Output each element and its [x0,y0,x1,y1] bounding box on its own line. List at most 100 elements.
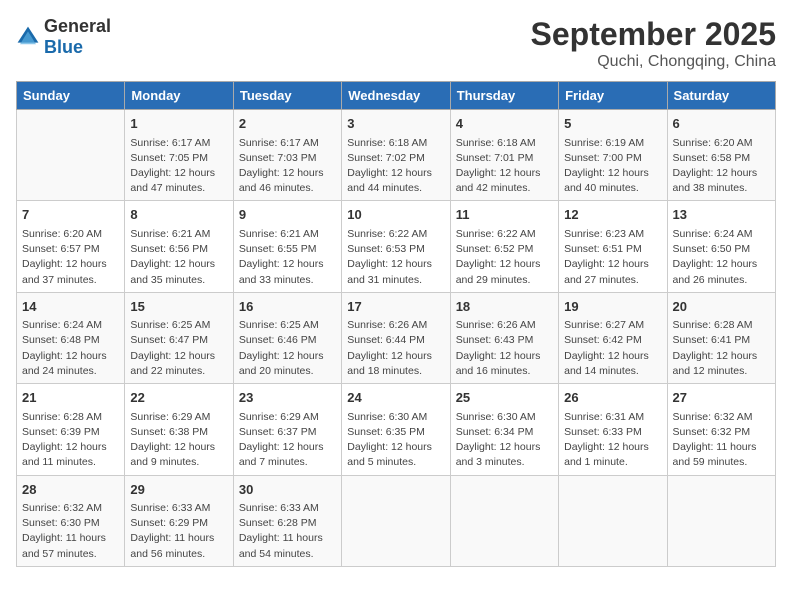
day-number: 2 [239,114,336,134]
day-info: Sunrise: 6:18 AM Sunset: 7:01 PM Dayligh… [456,136,553,197]
header-monday: Monday [125,82,233,110]
day-number: 14 [22,297,119,317]
day-info: Sunrise: 6:32 AM Sunset: 6:32 PM Dayligh… [673,410,770,471]
day-info: Sunrise: 6:21 AM Sunset: 6:56 PM Dayligh… [130,227,227,288]
logo-icon [16,25,40,49]
header-tuesday: Tuesday [233,82,341,110]
header-sunday: Sunday [17,82,125,110]
day-info: Sunrise: 6:27 AM Sunset: 6:42 PM Dayligh… [564,318,661,379]
week-row-2: 7Sunrise: 6:20 AM Sunset: 6:57 PM Daylig… [17,201,776,292]
day-info: Sunrise: 6:22 AM Sunset: 6:53 PM Dayligh… [347,227,444,288]
day-number: 20 [673,297,770,317]
day-info: Sunrise: 6:18 AM Sunset: 7:02 PM Dayligh… [347,136,444,197]
day-number: 7 [22,205,119,225]
calendar-table: SundayMondayTuesdayWednesdayThursdayFrid… [16,81,776,567]
calendar-cell: 19Sunrise: 6:27 AM Sunset: 6:42 PM Dayli… [559,292,667,383]
day-info: Sunrise: 6:17 AM Sunset: 7:03 PM Dayligh… [239,136,336,197]
calendar-cell: 20Sunrise: 6:28 AM Sunset: 6:41 PM Dayli… [667,292,775,383]
day-info: Sunrise: 6:21 AM Sunset: 6:55 PM Dayligh… [239,227,336,288]
calendar-cell: 21Sunrise: 6:28 AM Sunset: 6:39 PM Dayli… [17,384,125,475]
day-number: 17 [347,297,444,317]
day-number: 16 [239,297,336,317]
day-info: Sunrise: 6:24 AM Sunset: 6:48 PM Dayligh… [22,318,119,379]
calendar-cell [17,110,125,201]
day-number: 24 [347,388,444,408]
month-title: September 2025 [531,16,776,53]
day-info: Sunrise: 6:19 AM Sunset: 7:00 PM Dayligh… [564,136,661,197]
week-row-3: 14Sunrise: 6:24 AM Sunset: 6:48 PM Dayli… [17,292,776,383]
day-info: Sunrise: 6:22 AM Sunset: 6:52 PM Dayligh… [456,227,553,288]
calendar-cell: 23Sunrise: 6:29 AM Sunset: 6:37 PM Dayli… [233,384,341,475]
calendar-cell [559,475,667,566]
calendar-cell: 29Sunrise: 6:33 AM Sunset: 6:29 PM Dayli… [125,475,233,566]
day-number: 11 [456,205,553,225]
day-number: 22 [130,388,227,408]
week-row-1: 1Sunrise: 6:17 AM Sunset: 7:05 PM Daylig… [17,110,776,201]
day-number: 28 [22,480,119,500]
calendar-cell: 8Sunrise: 6:21 AM Sunset: 6:56 PM Daylig… [125,201,233,292]
day-number: 12 [564,205,661,225]
day-info: Sunrise: 6:25 AM Sunset: 6:47 PM Dayligh… [130,318,227,379]
day-number: 26 [564,388,661,408]
day-info: Sunrise: 6:17 AM Sunset: 7:05 PM Dayligh… [130,136,227,197]
day-info: Sunrise: 6:26 AM Sunset: 6:44 PM Dayligh… [347,318,444,379]
day-number: 30 [239,480,336,500]
day-number: 9 [239,205,336,225]
calendar-cell: 25Sunrise: 6:30 AM Sunset: 6:34 PM Dayli… [450,384,558,475]
day-number: 25 [456,388,553,408]
day-info: Sunrise: 6:26 AM Sunset: 6:43 PM Dayligh… [456,318,553,379]
day-number: 4 [456,114,553,134]
day-info: Sunrise: 6:33 AM Sunset: 6:28 PM Dayligh… [239,501,336,562]
day-number: 8 [130,205,227,225]
day-number: 6 [673,114,770,134]
calendar-cell: 16Sunrise: 6:25 AM Sunset: 6:46 PM Dayli… [233,292,341,383]
header-wednesday: Wednesday [342,82,450,110]
calendar-cell: 27Sunrise: 6:32 AM Sunset: 6:32 PM Dayli… [667,384,775,475]
calendar-cell: 11Sunrise: 6:22 AM Sunset: 6:52 PM Dayli… [450,201,558,292]
day-info: Sunrise: 6:20 AM Sunset: 6:57 PM Dayligh… [22,227,119,288]
calendar-cell: 6Sunrise: 6:20 AM Sunset: 6:58 PM Daylig… [667,110,775,201]
day-number: 23 [239,388,336,408]
calendar-cell: 2Sunrise: 6:17 AM Sunset: 7:03 PM Daylig… [233,110,341,201]
day-number: 29 [130,480,227,500]
day-info: Sunrise: 6:28 AM Sunset: 6:41 PM Dayligh… [673,318,770,379]
calendar-cell: 4Sunrise: 6:18 AM Sunset: 7:01 PM Daylig… [450,110,558,201]
day-number: 15 [130,297,227,317]
logo-general: General [44,16,111,36]
day-info: Sunrise: 6:31 AM Sunset: 6:33 PM Dayligh… [564,410,661,471]
calendar-cell: 7Sunrise: 6:20 AM Sunset: 6:57 PM Daylig… [17,201,125,292]
day-number: 18 [456,297,553,317]
day-info: Sunrise: 6:30 AM Sunset: 6:34 PM Dayligh… [456,410,553,471]
calendar-cell: 14Sunrise: 6:24 AM Sunset: 6:48 PM Dayli… [17,292,125,383]
calendar-cell: 30Sunrise: 6:33 AM Sunset: 6:28 PM Dayli… [233,475,341,566]
day-info: Sunrise: 6:29 AM Sunset: 6:37 PM Dayligh… [239,410,336,471]
day-number: 21 [22,388,119,408]
logo-blue: Blue [44,37,83,57]
title-block: September 2025 Quchi, Chongqing, China [531,16,776,71]
day-number: 1 [130,114,227,134]
day-info: Sunrise: 6:20 AM Sunset: 6:58 PM Dayligh… [673,136,770,197]
calendar-cell: 9Sunrise: 6:21 AM Sunset: 6:55 PM Daylig… [233,201,341,292]
day-number: 3 [347,114,444,134]
day-info: Sunrise: 6:25 AM Sunset: 6:46 PM Dayligh… [239,318,336,379]
logo-text: General Blue [44,16,111,58]
logo: General Blue [16,16,111,58]
day-info: Sunrise: 6:28 AM Sunset: 6:39 PM Dayligh… [22,410,119,471]
calendar-cell [342,475,450,566]
calendar-cell: 15Sunrise: 6:25 AM Sunset: 6:47 PM Dayli… [125,292,233,383]
calendar-cell: 13Sunrise: 6:24 AM Sunset: 6:50 PM Dayli… [667,201,775,292]
calendar-cell [667,475,775,566]
calendar-cell: 3Sunrise: 6:18 AM Sunset: 7:02 PM Daylig… [342,110,450,201]
day-number: 5 [564,114,661,134]
header-saturday: Saturday [667,82,775,110]
calendar-cell [450,475,558,566]
header-friday: Friday [559,82,667,110]
day-number: 13 [673,205,770,225]
calendar-cell: 17Sunrise: 6:26 AM Sunset: 6:44 PM Dayli… [342,292,450,383]
header-thursday: Thursday [450,82,558,110]
calendar-cell: 24Sunrise: 6:30 AM Sunset: 6:35 PM Dayli… [342,384,450,475]
day-number: 27 [673,388,770,408]
day-number: 10 [347,205,444,225]
day-info: Sunrise: 6:30 AM Sunset: 6:35 PM Dayligh… [347,410,444,471]
day-info: Sunrise: 6:29 AM Sunset: 6:38 PM Dayligh… [130,410,227,471]
